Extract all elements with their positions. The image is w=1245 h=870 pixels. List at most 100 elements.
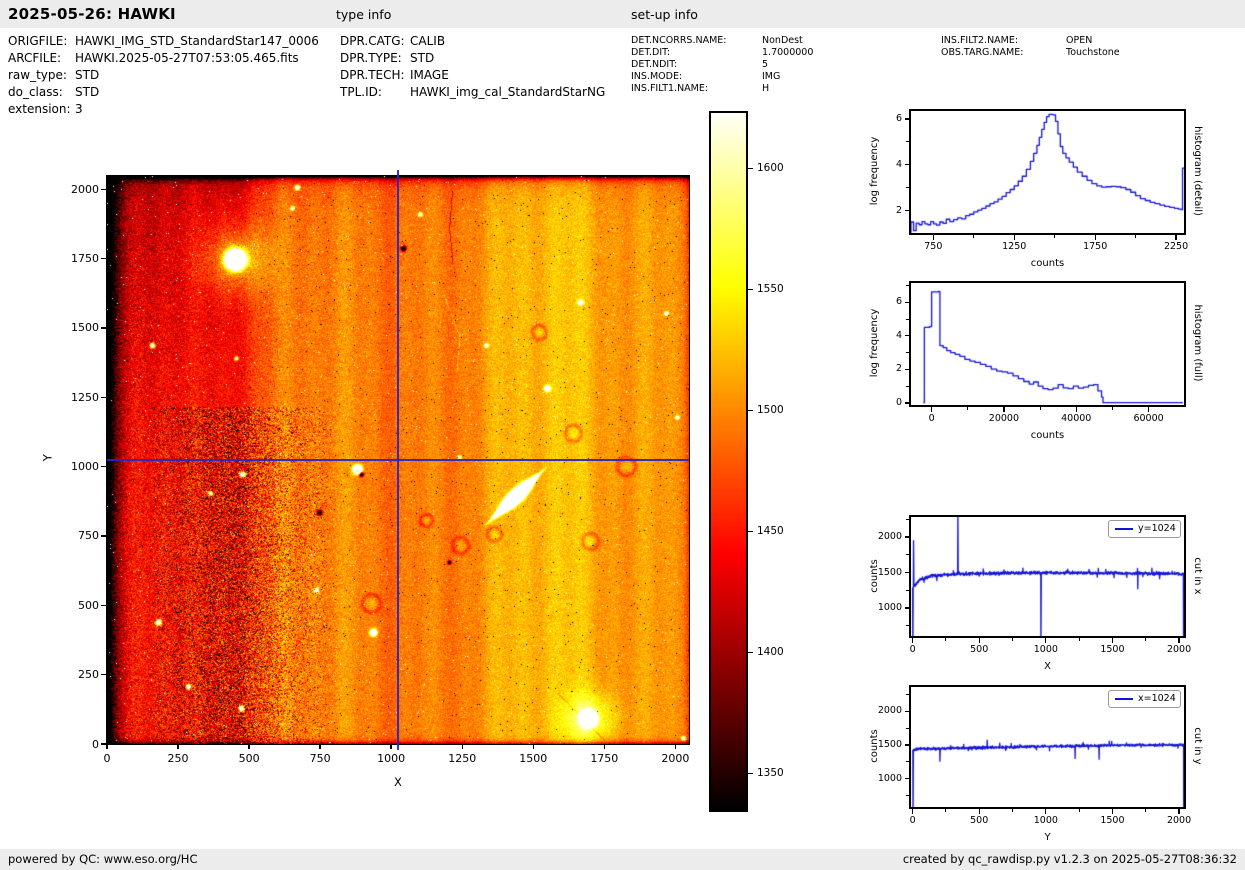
y-axis-tick — [101, 257, 107, 260]
colorbar-tick-label: 1450 — [757, 525, 784, 538]
setup-info-row: OBS.TARG.NAME: Touchstone — [941, 47, 1120, 58]
y-axis-tick-label: 4 — [895, 329, 902, 341]
y-axis-minor-tick — [906, 589, 909, 591]
y-axis-title: log frequency — [869, 136, 880, 206]
field-label: ORIGFILE: — [8, 34, 68, 48]
y-axis-tick — [904, 368, 909, 370]
y-axis-tick — [904, 209, 909, 212]
field-value: 5 — [762, 59, 769, 70]
y-axis-tick-label: 0 — [92, 737, 99, 751]
page-title: 2025-05-26: HAWKI — [8, 5, 176, 23]
x-axis-minor-tick — [967, 407, 969, 410]
field-label: OBS.TARG.NAME: — [941, 47, 1024, 58]
x-axis-tick — [603, 744, 605, 749]
x-axis-tick — [1003, 407, 1005, 412]
x-axis-minor-tick — [1039, 407, 1041, 410]
colorbar-tick-label: 1400 — [757, 646, 784, 659]
setup-info-row: INS.MODE: IMG — [631, 71, 780, 82]
field-value: 1.7000000 — [762, 47, 814, 58]
setup-info-row: INS.FILT1.NAME: H — [631, 83, 769, 94]
y-axis-minor-tick — [906, 727, 909, 729]
y-axis-tick — [904, 536, 909, 538]
y-axis-title: counts — [869, 558, 880, 593]
y-axis-tick-label: 250 — [78, 668, 99, 682]
colorbar-tick — [748, 288, 753, 291]
y-axis-tick — [101, 465, 107, 468]
y-axis-tick — [904, 335, 909, 337]
file-info-row: raw_type: STD — [8, 68, 99, 82]
x-axis-minor-tick — [945, 638, 947, 641]
type-info-row: DPR.TECH: IMAGE — [340, 68, 449, 82]
colorbar-tick — [748, 651, 753, 654]
x-axis-tick-label: 1250 — [448, 752, 477, 765]
field-label: DET.NCORRS.NAME: — [631, 35, 727, 46]
colorbar-tick-label: 1350 — [757, 767, 784, 780]
field-value: HAWKI_img_cal_StandardStarNG — [410, 85, 606, 99]
y-axis-title: counts — [869, 729, 880, 763]
y-axis-tick-label: 1500 — [877, 566, 902, 578]
y-axis-tick — [101, 535, 107, 537]
x-axis-tick-label: 60000 — [1133, 413, 1164, 424]
y-axis-tick — [904, 778, 909, 780]
x-axis-tick-label: 0 — [103, 752, 111, 765]
x-axis-tick-label: 2000 — [661, 752, 690, 765]
y-axis-tick — [101, 673, 107, 676]
histogram-detail-canvas — [911, 111, 1184, 233]
field-label: ARCFILE: — [8, 51, 62, 65]
field-label: INS.FILT1.NAME: — [631, 83, 709, 94]
x-axis-tick-label: 1000 — [1033, 644, 1058, 655]
y-axis-tick — [904, 744, 909, 746]
x-axis-minor-tick — [1135, 235, 1137, 238]
x-axis-tick-label: 500 — [238, 752, 260, 765]
x-axis-tick — [1111, 809, 1114, 814]
y-axis-tick — [904, 118, 909, 120]
x-axis-minor-tick — [1012, 809, 1014, 812]
x-axis-tick-label: 1500 — [1100, 815, 1125, 826]
file-info-row: extension: 3 — [8, 102, 83, 116]
field-value: HAWKI_IMG_STD_StandardStar147_0006 — [75, 34, 319, 48]
file-info-row: do_class: STD — [8, 85, 99, 99]
x-axis-tick-label: 1500 — [519, 752, 548, 765]
x-axis-tick — [1013, 235, 1015, 240]
y-axis-tick-label: 6 — [895, 296, 902, 308]
x-axis-tick-label: 750 — [924, 241, 943, 252]
colorbar-tick — [748, 409, 753, 412]
field-label: DPR.TECH: — [340, 68, 405, 82]
colorbar-tick — [748, 167, 753, 170]
field-value: STD — [75, 85, 100, 99]
colorbar — [709, 111, 748, 812]
y-axis-minor-tick — [906, 518, 909, 520]
y-axis-tick-label: 1000 — [877, 602, 902, 614]
y-axis-tick-label: 0 — [895, 396, 902, 408]
x-axis-minor-tick — [1012, 638, 1014, 641]
y-axis-tick — [101, 327, 107, 329]
x-axis-tick — [1045, 638, 1047, 643]
histogram-full-plot — [909, 281, 1186, 407]
field-value: IMG — [762, 71, 781, 82]
y-axis-tick-label: 1000 — [71, 460, 99, 474]
colorbar-canvas — [711, 113, 746, 810]
x-axis-tick — [978, 809, 980, 814]
colorbar-tick — [748, 530, 753, 533]
x-axis-tick — [1094, 235, 1096, 240]
file-info-row: ARCFILE: HAWKI.2025-05-27T07:53:05.465.fi… — [8, 51, 299, 65]
x-axis-tick-label: 1250 — [1002, 241, 1027, 252]
x-axis-minor-tick — [973, 235, 975, 238]
histogram-full-canvas — [911, 283, 1184, 405]
type-info-row: DPR.TYPE: STD — [340, 51, 434, 65]
setup-info-row: DET.NDIT: 5 — [631, 59, 768, 70]
field-label: DET.DIT: — [631, 47, 671, 58]
y-axis-minor-tick — [906, 352, 909, 354]
right-axis-title: cut in x — [1192, 556, 1203, 595]
x-axis-tick — [674, 744, 677, 749]
x-axis-tick — [248, 744, 250, 749]
field-value: H — [762, 83, 770, 94]
field-value: OPEN — [1066, 35, 1093, 46]
x-axis-tick-label: 0 — [909, 644, 916, 655]
y-axis-tick-label: 2 — [895, 204, 902, 216]
x-axis-tick-label: 2000 — [1166, 644, 1192, 655]
header-bar — [0, 0, 1245, 28]
type-info-heading: type info — [336, 7, 392, 22]
y-axis-tick-label: 1750 — [71, 252, 99, 266]
y-axis-tick-label: 2000 — [71, 182, 99, 196]
